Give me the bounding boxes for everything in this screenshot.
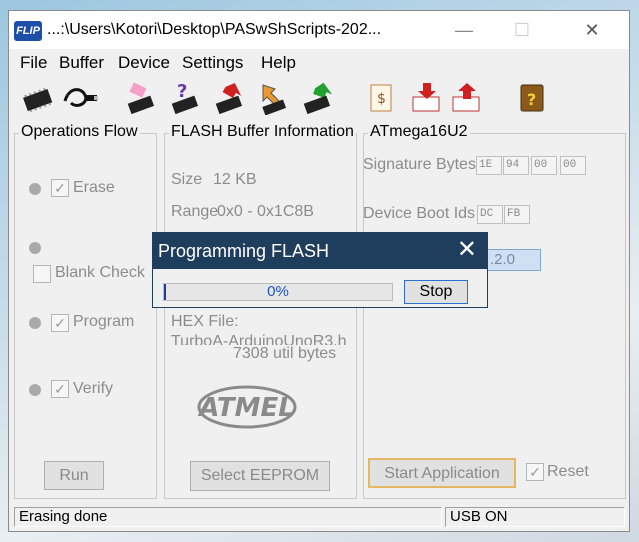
- flip-app-icon: FLIP: [14, 21, 42, 41]
- signature-byte-3: 00: [560, 156, 586, 175]
- bootloader-version-field: .2.0: [479, 249, 541, 271]
- range-label: Range: [171, 203, 219, 220]
- usb-connect-icon[interactable]: [61, 81, 98, 115]
- device-boot-ids-label: Device Boot Ids: [363, 205, 476, 222]
- menu-file[interactable]: File: [20, 53, 47, 73]
- program-checkbox[interactable]: ✓: [51, 314, 69, 332]
- program-chip-icon[interactable]: [213, 81, 247, 115]
- reset-label: Reset: [547, 463, 589, 480]
- boot-id-1: FB: [504, 205, 530, 224]
- verify-checkbox[interactable]: ✓: [51, 380, 69, 398]
- load-hex-icon[interactable]: [409, 81, 443, 115]
- reset-checkbox[interactable]: ✓: [526, 463, 544, 481]
- programming-dialog: Programming FLASH ✕ 0% Stop: [152, 232, 488, 308]
- size-label: Size: [171, 171, 203, 188]
- program-status-led: [29, 317, 41, 329]
- menu-buffer[interactable]: Buffer: [59, 53, 104, 73]
- erase-label: Erase: [73, 179, 115, 196]
- progress-bar: 0%: [163, 283, 393, 301]
- device-title: ATmega16U2: [368, 123, 470, 141]
- program-label: Program: [73, 313, 135, 330]
- hex-file-label: HEX File:: [171, 313, 239, 330]
- blank-check-icon[interactable]: ?: [169, 81, 203, 115]
- start-application-button[interactable]: Start Application: [368, 458, 516, 488]
- signature-byte-1: 94: [503, 156, 529, 175]
- boot-id-0: DC: [477, 205, 503, 224]
- size-value: 12 KB: [213, 171, 257, 188]
- operations-flow-title: Operations Flow: [19, 123, 140, 141]
- blank-check-status-led: [29, 242, 41, 254]
- hex-file-value: TurboA-ArduinoUnoR3.h: [171, 333, 347, 345]
- minimize-button[interactable]: —: [441, 15, 487, 45]
- device-group: ATmega16U2: [363, 123, 626, 499]
- menu-settings[interactable]: Settings: [182, 53, 243, 73]
- verify-label: Verify: [73, 380, 114, 397]
- maximize-button[interactable]: ☐: [499, 15, 545, 45]
- dialog-title-bar: Programming FLASH ✕: [153, 233, 487, 269]
- erase-checkbox[interactable]: ✓: [51, 179, 69, 197]
- run-button[interactable]: Run: [44, 461, 104, 490]
- dialog-close-button[interactable]: ✕: [457, 236, 477, 264]
- hex-file-clip: TurboA-ArduinoUnoR3.h: [171, 333, 353, 345]
- select-eeprom-button[interactable]: Select EEPROM: [190, 461, 330, 491]
- progress-percent: 0%: [267, 283, 289, 300]
- svg-text:?: ?: [527, 90, 536, 109]
- verify-status-led: [29, 384, 41, 396]
- help-book-icon[interactable]: ?: [515, 81, 549, 115]
- signature-bytes-label: Signature Bytes: [363, 156, 476, 173]
- close-button[interactable]: ✕: [569, 15, 615, 45]
- usb-status: USB ON: [445, 507, 625, 527]
- signature-byte-0: 1E: [476, 156, 502, 175]
- erase-chip-icon[interactable]: [125, 81, 159, 115]
- svg-text:$: $: [377, 91, 386, 107]
- blank-check-label: Blank Check: [55, 264, 145, 281]
- menu-device[interactable]: Device: [118, 53, 170, 73]
- stop-button[interactable]: Stop: [404, 280, 468, 304]
- range-value: 0x0 - 0x1C8B: [217, 203, 314, 220]
- flash-buffer-title: FLASH Buffer Information: [169, 123, 356, 141]
- dialog-title: Programming FLASH: [158, 241, 330, 261]
- status-message: Erasing done: [14, 507, 442, 527]
- edit-buffer-icon[interactable]: $: [365, 81, 399, 115]
- toolbar: ? $ ?: [9, 77, 629, 121]
- erase-status-led: [29, 183, 41, 195]
- atmel-logo: ATMEL: [197, 385, 297, 433]
- title-bar: FLIP ...:\Users\Kotori\Desktop\PASwShScr…: [9, 11, 629, 49]
- verify-chip-icon[interactable]: [257, 81, 291, 116]
- util-bytes: 7308 util bytes: [233, 345, 337, 362]
- blank-check-checkbox[interactable]: [33, 265, 51, 283]
- atmel-logo-text: ATMEL: [197, 393, 295, 423]
- menu-bar: File Buffer Device Settings Help: [9, 51, 629, 75]
- menu-help[interactable]: Help: [261, 53, 296, 73]
- chip-select-icon[interactable]: [21, 81, 55, 115]
- signature-byte-2: 00: [531, 156, 557, 175]
- window-title: ...:\Users\Kotori\Desktop\PASwShScripts-…: [47, 21, 382, 38]
- read-chip-icon[interactable]: [301, 81, 335, 115]
- save-hex-icon[interactable]: [449, 81, 483, 115]
